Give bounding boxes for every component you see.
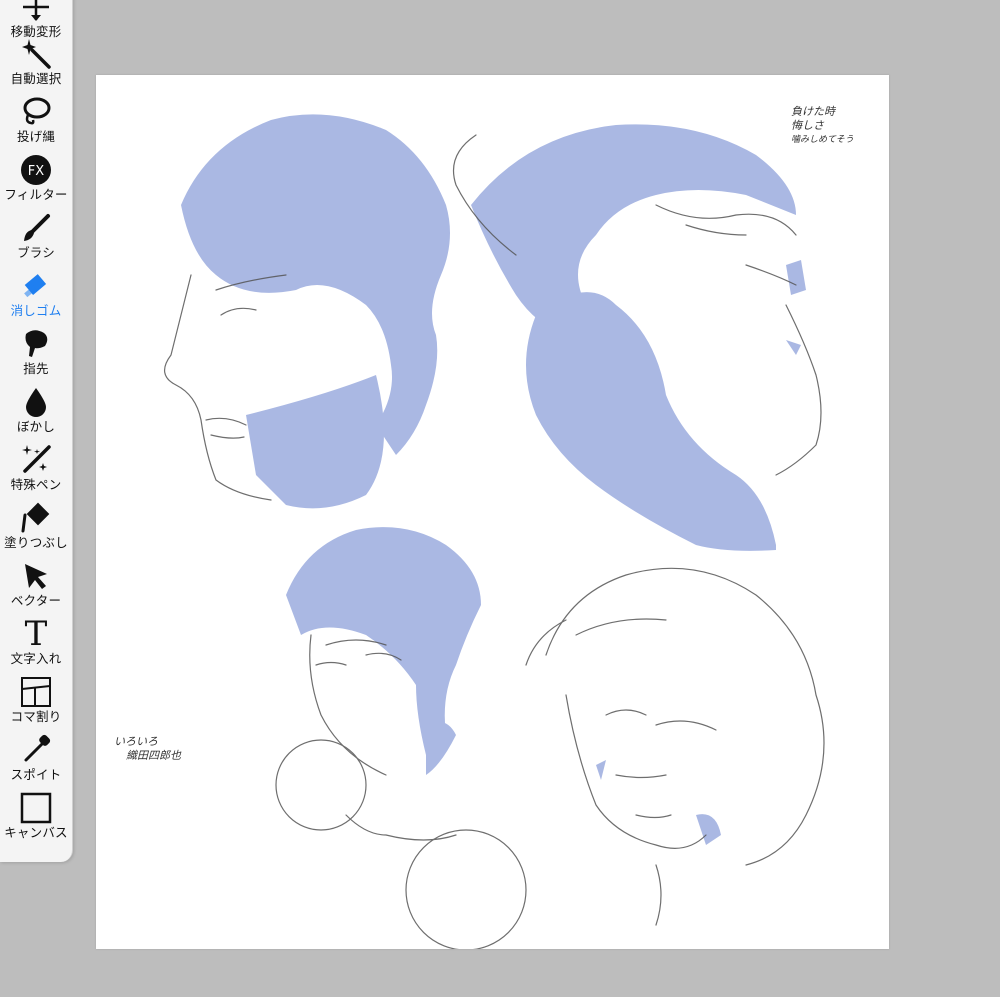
note-line: 悔しさ [791, 119, 824, 132]
tool-blur[interactable]: ぼかし [0, 385, 72, 443]
vector-arrow-icon [18, 559, 54, 593]
eraser-icon [18, 269, 54, 303]
text-icon: T [18, 617, 54, 651]
tool-palette: 移動変形 自動選択 投げ縄 FX フィルター ブラシ 消しゴム 指先 ぼかし 特… [0, 0, 73, 862]
tool-label: 塗りつぶし [4, 535, 68, 550]
canvas-icon [18, 791, 54, 825]
brush-icon [18, 211, 54, 245]
fx-filter-icon: FX [18, 153, 54, 187]
tool-label: キャンバス [4, 825, 68, 840]
fx-glyph: FX [28, 164, 44, 179]
drawing-canvas[interactable]: 負けた時 悔しさ 噛みしめてそう いろいろ 織田四郎也 [96, 75, 889, 949]
tool-label: ぼかし [16, 419, 56, 434]
tool-fill[interactable]: 塗りつぶし [0, 501, 72, 559]
finger-smudge-icon [18, 327, 54, 361]
tool-label: フィルター [4, 187, 68, 202]
tool-vector[interactable]: ベクター [0, 559, 72, 617]
tool-label: 投げ縄 [16, 129, 56, 144]
note-line: 負けた時 [791, 105, 835, 118]
tool-finger[interactable]: 指先 [0, 327, 72, 385]
eyedropper-icon [18, 733, 54, 767]
tool-label: 自動選択 [10, 71, 62, 86]
tool-label: スポイト [10, 767, 62, 782]
tool-text[interactable]: T 文字入れ [0, 617, 72, 675]
panel-divide-icon [18, 675, 54, 709]
tool-eyedropper[interactable]: スポイト [0, 733, 72, 791]
tool-lasso[interactable]: 投げ縄 [0, 95, 72, 153]
magic-wand-icon [18, 37, 54, 71]
tool-label: 文字入れ [10, 651, 62, 666]
special-pen-icon [18, 443, 54, 477]
tool-label: ブラシ [17, 245, 55, 260]
text-glyph: T [24, 614, 48, 654]
tool-label: 指先 [23, 361, 49, 376]
tool-brush[interactable]: ブラシ [0, 211, 72, 269]
tool-auto-select[interactable]: 自動選択 [0, 37, 72, 95]
tool-label: 特殊ペン [10, 477, 62, 492]
tool-label: 消しゴム [10, 303, 62, 318]
tool-label: コマ割り [10, 709, 62, 724]
tool-special-pen[interactable]: 特殊ペン [0, 443, 72, 501]
note-line: 噛みしめてそう [791, 135, 854, 145]
tool-label: ベクター [10, 593, 62, 608]
fill-bucket-icon [18, 501, 54, 535]
note-line: いろいろ [114, 735, 158, 748]
move-transform-icon [18, 0, 54, 24]
sketch-artwork [164, 114, 825, 949]
annotation-bottom-left: いろいろ 織田四郎也 [114, 735, 181, 763]
tool-canvas[interactable]: キャンバス [0, 791, 72, 849]
lasso-icon [18, 95, 54, 129]
tool-panel-divide[interactable]: コマ割り [0, 675, 72, 733]
tool-eraser[interactable]: 消しゴム [0, 269, 72, 327]
tool-filter[interactable]: FX フィルター [0, 153, 72, 211]
annotation-top-right: 負けた時 悔しさ 噛みしめてそう [791, 105, 854, 147]
note-line: 織田四郎也 [126, 749, 181, 762]
blur-drop-icon [18, 385, 54, 419]
